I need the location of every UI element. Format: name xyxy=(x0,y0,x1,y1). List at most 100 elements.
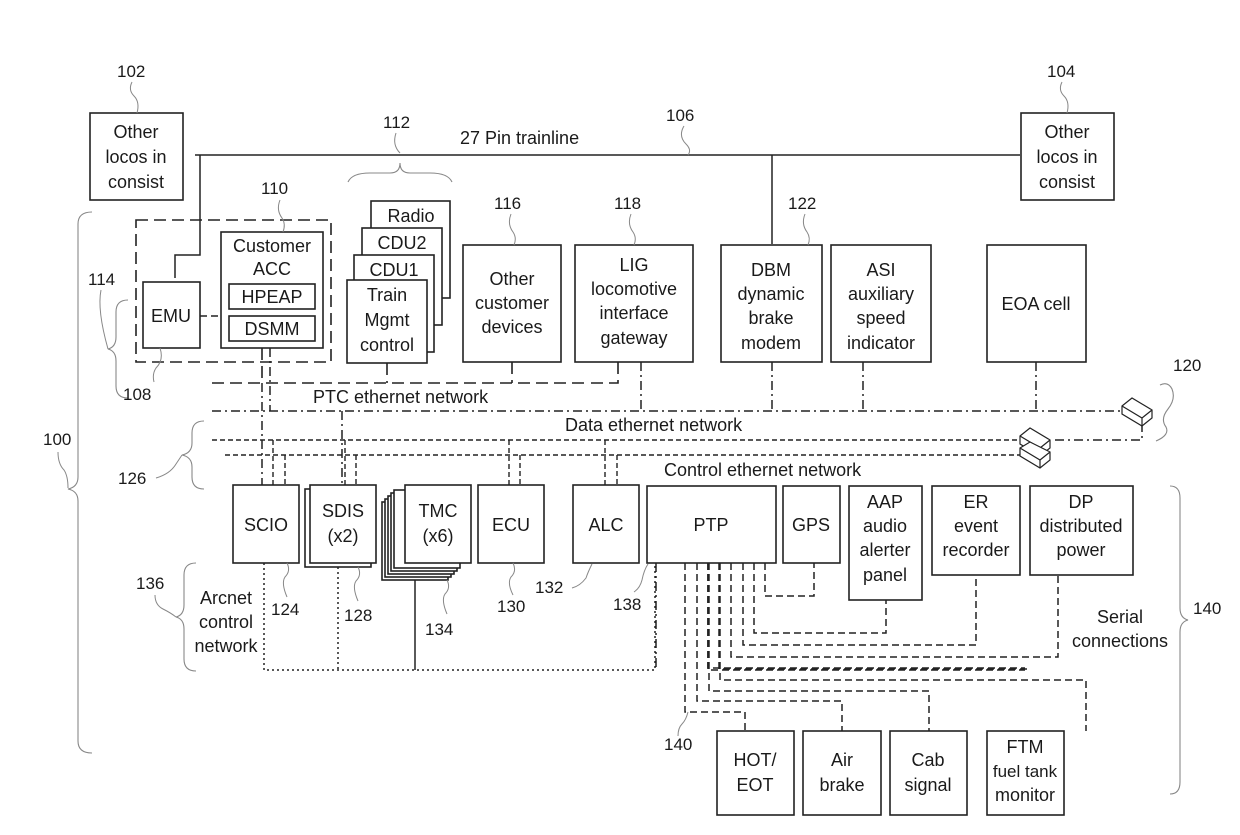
ref-104: 104 xyxy=(1047,62,1075,81)
train-mgmt-line3: control xyxy=(360,335,414,355)
ref-128: 128 xyxy=(344,606,372,625)
alc-label: ALC xyxy=(588,515,623,535)
consist-left-line2: locos in xyxy=(105,147,166,167)
asi-line4: indicator xyxy=(847,333,915,353)
asi: ASI auxiliary speed indicator xyxy=(830,244,932,363)
aap-line3: alerter xyxy=(859,540,910,560)
leader-110 xyxy=(277,199,285,233)
lig-line2: locomotive xyxy=(591,279,677,299)
air-brake-line1: Air xyxy=(831,750,853,770)
leader-116 xyxy=(508,213,516,246)
ref-106: 106 xyxy=(666,106,694,125)
ref-122: 122 xyxy=(788,194,816,213)
dp: DP distributed power xyxy=(1029,485,1134,576)
customer-acc-line2: ACC xyxy=(253,259,291,279)
leader-112 xyxy=(394,132,401,154)
dbm-line4: modem xyxy=(741,333,801,353)
other-customer-devices: Other customer devices 116 xyxy=(462,194,562,363)
consist-right-line2: locos in xyxy=(1036,147,1097,167)
consist-right-line3: consist xyxy=(1039,172,1095,192)
emu-label: EMU xyxy=(151,306,191,326)
aap-line1: AAP xyxy=(867,492,903,512)
leader-126 xyxy=(155,454,183,479)
ref-134: 134 xyxy=(425,620,453,639)
leader-104 xyxy=(1059,81,1069,114)
leader-124 xyxy=(282,562,290,598)
brace-126 xyxy=(181,420,205,490)
consist-left-line3: consist xyxy=(108,172,164,192)
scio-label: SCIO xyxy=(244,515,288,535)
gps-label: GPS xyxy=(792,515,830,535)
serial-line2: connections xyxy=(1072,631,1168,651)
train-mgmt-stack: Radio CDU2 CDU1 Train Mgmt control 112 xyxy=(346,113,453,364)
leader-136 xyxy=(154,594,177,618)
customer-acc: Customer ACC HPEAP DSMM 110 xyxy=(220,179,324,349)
dp-line1: DP xyxy=(1068,492,1093,512)
ref-110: 110 xyxy=(261,179,288,198)
ref-116: 116 xyxy=(494,194,521,213)
leader-130 xyxy=(508,562,516,596)
dp-line3: power xyxy=(1056,540,1105,560)
asi-line3: speed xyxy=(856,308,905,328)
leader-118 xyxy=(628,213,636,246)
sdis-line1: SDIS xyxy=(322,501,364,521)
ref-118: 118 xyxy=(614,194,641,213)
consist-left-line1: Other xyxy=(113,122,158,142)
cab-signal-line2: signal xyxy=(904,775,951,795)
ref-100: 100 xyxy=(43,430,71,449)
brace-112 xyxy=(347,162,453,183)
other-customer-line2: customer xyxy=(475,293,549,313)
leader-114 xyxy=(99,289,109,350)
ref-114: 114 xyxy=(88,270,115,289)
consist-right-line1: Other xyxy=(1044,122,1089,142)
switch-icon xyxy=(1121,397,1153,427)
sdis-line2: (x2) xyxy=(328,526,359,546)
hot-eot-line2: EOT xyxy=(736,775,773,795)
system-100: 100 xyxy=(43,211,93,754)
cab-signal-line1: Cab xyxy=(911,750,944,770)
ref-132: 132 xyxy=(535,578,563,597)
ecu-label: ECU xyxy=(492,515,530,535)
hpeap-label: HPEAP xyxy=(241,287,302,307)
air-brake-box xyxy=(802,730,882,816)
dbm-line1: DBM xyxy=(751,260,791,280)
leader-102 xyxy=(129,81,139,114)
other-customer-line3: devices xyxy=(481,317,542,337)
aap-line2: audio xyxy=(863,516,907,536)
ref-138: 138 xyxy=(613,595,641,614)
eoa-cell: EOA cell xyxy=(986,244,1087,363)
tmc: TMC (x6) 134 xyxy=(381,484,472,639)
ptp-label: PTP xyxy=(693,515,728,535)
brace-120 xyxy=(1155,383,1174,442)
cdu1-label: CDU1 xyxy=(369,260,418,280)
hot-eot-box xyxy=(716,730,795,816)
serial-gps xyxy=(764,563,815,597)
er-line2: event xyxy=(954,516,998,536)
trainline-label: 27 Pin trainline xyxy=(460,128,579,148)
ftm-line1: FTM xyxy=(1007,737,1044,757)
leader-134 xyxy=(442,579,450,615)
ref-140-ptp: 140 xyxy=(664,735,692,754)
control-network-label: Control ethernet network xyxy=(664,460,862,480)
leader-106 xyxy=(680,125,691,156)
brace-140 xyxy=(1169,485,1189,795)
ftm-line3: monitor xyxy=(995,785,1055,805)
eoa-label: EOA cell xyxy=(1001,294,1070,314)
train-mgmt-line2: Mgmt xyxy=(365,310,410,330)
data-switch-link xyxy=(1055,425,1143,441)
ref-126: 126 xyxy=(118,469,146,488)
brace-114 xyxy=(107,299,129,399)
ref-140-right: 140 xyxy=(1193,599,1221,618)
locomotive-network-diagram: 27 Pin trainline 106 Other locos in cons… xyxy=(43,62,1221,816)
ptc-network-label: PTC ethernet network xyxy=(313,387,489,407)
tmc-line2: (x6) xyxy=(423,526,454,546)
sdis: SDIS (x2) 128 xyxy=(304,484,377,625)
dbm-line2: dynamic xyxy=(737,284,804,304)
leader-100 xyxy=(57,451,69,489)
lig-line1: LIG xyxy=(619,255,648,275)
ref-108: 108 xyxy=(123,385,151,404)
dbm-line3: brake xyxy=(748,308,793,328)
leader-140 xyxy=(677,711,689,737)
arcnet-bus xyxy=(263,563,656,671)
control-network-upper: Control ethernet network xyxy=(212,439,1030,485)
